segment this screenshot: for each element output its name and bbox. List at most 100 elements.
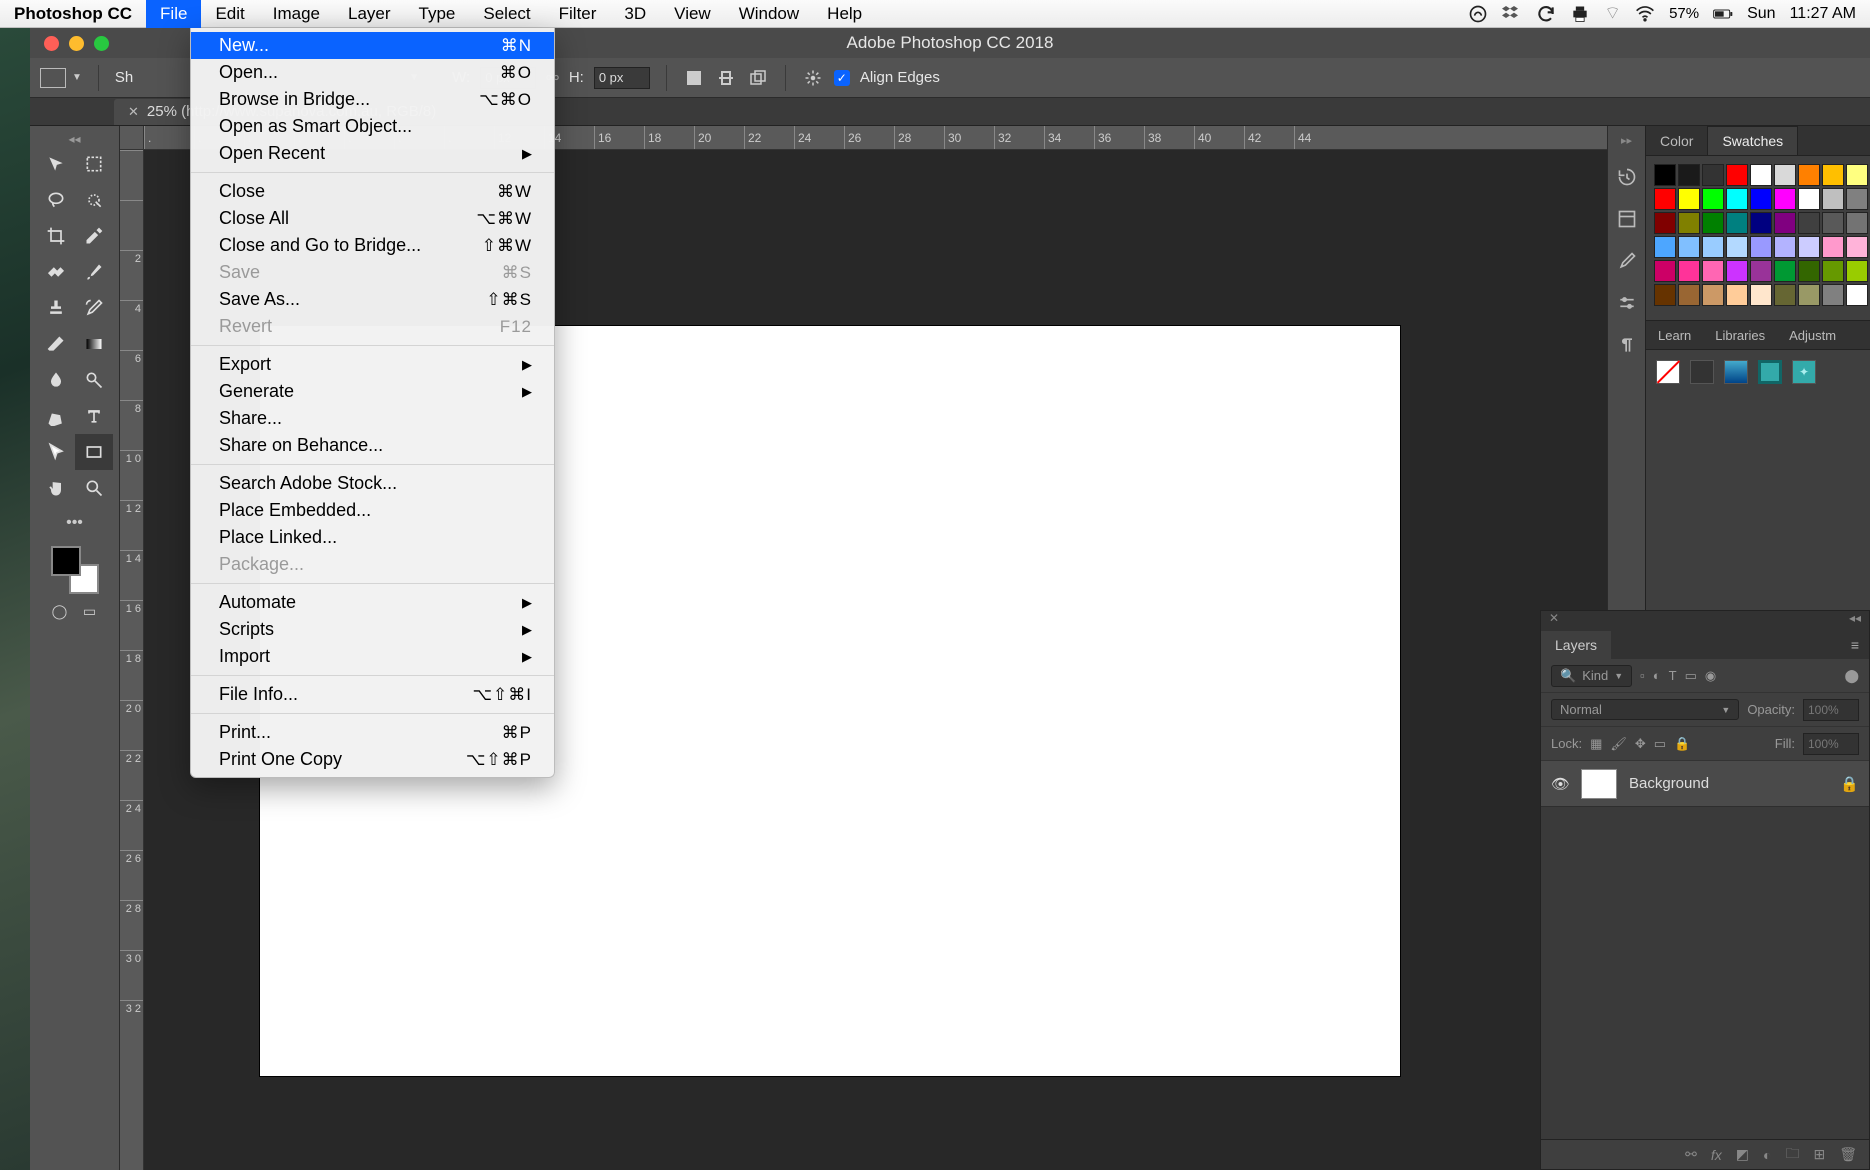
- layer-thumbnail[interactable]: [1581, 769, 1617, 799]
- menuitem-file-info[interactable]: File Info...⌥⇧⌘I: [191, 681, 554, 708]
- menuitem-open-recent[interactable]: Open Recent▶: [191, 140, 554, 167]
- menuitem-print-one-copy[interactable]: Print One Copy⌥⇧⌘P: [191, 746, 554, 773]
- wifi-icon[interactable]: [1635, 4, 1655, 24]
- swatch[interactable]: [1678, 236, 1700, 258]
- window-close-button[interactable]: [44, 36, 59, 51]
- swatch[interactable]: [1750, 164, 1772, 186]
- swatch[interactable]: [1654, 212, 1676, 234]
- swatch[interactable]: [1750, 260, 1772, 282]
- swatch[interactable]: [1822, 164, 1844, 186]
- menuitem-new[interactable]: New...⌘N: [191, 32, 554, 59]
- window-maximize-button[interactable]: [94, 36, 109, 51]
- hand-tool[interactable]: [37, 470, 75, 506]
- menuitem-automate[interactable]: Automate▶: [191, 589, 554, 616]
- close-tab-icon[interactable]: ✕: [128, 104, 139, 120]
- swatch[interactable]: [1750, 212, 1772, 234]
- filter-type-icon[interactable]: T: [1669, 668, 1677, 683]
- swatch[interactable]: [1798, 284, 1820, 306]
- menu-help[interactable]: Help: [813, 0, 876, 28]
- gradient-tool[interactable]: [75, 326, 113, 362]
- adjustments-tab[interactable]: Adjustm: [1777, 321, 1848, 349]
- swatch[interactable]: [1726, 164, 1748, 186]
- battery-percent[interactable]: 57%: [1669, 5, 1699, 22]
- new-group-icon[interactable]: 🗀: [1785, 1143, 1799, 1167]
- libraries-tab[interactable]: Libraries: [1703, 321, 1777, 349]
- path-arrangement-icon[interactable]: [747, 67, 769, 89]
- layers-panel-close-icon[interactable]: ✕: [1549, 611, 1559, 629]
- eraser-tool[interactable]: [37, 326, 75, 362]
- menuitem-import[interactable]: Import▶: [191, 643, 554, 670]
- swatch[interactable]: [1702, 164, 1724, 186]
- swatch[interactable]: [1822, 212, 1844, 234]
- pen-tool[interactable]: [37, 398, 75, 434]
- filter-shape-icon[interactable]: ▭: [1685, 668, 1697, 684]
- swatch[interactable]: [1774, 188, 1796, 210]
- menuitem-place-embedded[interactable]: Place Embedded...: [191, 497, 554, 524]
- menuitem-browse-in-bridge[interactable]: Browse in Bridge...⌥⌘O: [191, 86, 554, 113]
- swatch[interactable]: [1798, 164, 1820, 186]
- swatch[interactable]: [1822, 284, 1844, 306]
- menu-window[interactable]: Window: [725, 0, 813, 28]
- clock-day[interactable]: Sun: [1747, 5, 1775, 23]
- brush-tool[interactable]: [75, 254, 113, 290]
- menuitem-search-adobe-stock[interactable]: Search Adobe Stock...: [191, 470, 554, 497]
- battery-icon[interactable]: [1713, 4, 1733, 24]
- menuitem-scripts[interactable]: Scripts▶: [191, 616, 554, 643]
- healing-tool[interactable]: [37, 254, 75, 290]
- swatches-tab[interactable]: Swatches: [1707, 126, 1798, 155]
- menu-file[interactable]: File: [146, 0, 201, 28]
- menuitem-close[interactable]: Close⌘W: [191, 178, 554, 205]
- ruler-corner[interactable]: [120, 126, 144, 150]
- swatch[interactable]: [1846, 188, 1868, 210]
- swatch[interactable]: [1678, 164, 1700, 186]
- swatch[interactable]: [1654, 164, 1676, 186]
- menuitem-place-linked[interactable]: Place Linked...: [191, 524, 554, 551]
- adjustment-brightness-icon[interactable]: ✦: [1792, 360, 1816, 384]
- swatch[interactable]: [1726, 260, 1748, 282]
- swatch[interactable]: [1798, 188, 1820, 210]
- layers-panel-collapse-icon[interactable]: ◂◂: [1849, 611, 1861, 629]
- dropbox-icon[interactable]: [1502, 4, 1522, 24]
- zoom-tool[interactable]: [75, 470, 113, 506]
- swatch[interactable]: [1822, 236, 1844, 258]
- menu-type[interactable]: Type: [405, 0, 470, 28]
- swatch[interactable]: [1774, 236, 1796, 258]
- paragraph-icon[interactable]: [1615, 333, 1639, 357]
- menu-filter[interactable]: Filter: [545, 0, 611, 28]
- layer-name[interactable]: Background: [1629, 775, 1709, 792]
- clock-time[interactable]: 11:27 AM: [1790, 5, 1856, 23]
- swatch[interactable]: [1702, 260, 1724, 282]
- learn-tab[interactable]: Learn: [1646, 321, 1703, 349]
- ruler-vertical[interactable]: 24681 01 21 41 61 82 02 22 42 62 83 03 2: [120, 150, 144, 1170]
- creative-cloud-icon[interactable]: [1468, 4, 1488, 24]
- swatch[interactable]: [1822, 188, 1844, 210]
- swatch[interactable]: [1702, 212, 1724, 234]
- lock-all-icon[interactable]: 🔒: [1674, 736, 1690, 752]
- swatch[interactable]: [1750, 236, 1772, 258]
- swatch[interactable]: [1846, 164, 1868, 186]
- more-tools-icon[interactable]: •••: [66, 514, 83, 532]
- layer-row[interactable]: 👁 Background 🔒: [1541, 761, 1869, 807]
- swatch[interactable]: [1774, 212, 1796, 234]
- app-name[interactable]: Photoshop CC: [0, 4, 146, 24]
- lock-position-icon[interactable]: ✥: [1635, 736, 1646, 752]
- fill-input[interactable]: 100%: [1803, 733, 1859, 755]
- swatch[interactable]: [1726, 188, 1748, 210]
- swatch[interactable]: [1846, 260, 1868, 282]
- layer-lock-icon[interactable]: 🔒: [1840, 775, 1859, 793]
- foreground-background-colors[interactable]: [51, 546, 99, 594]
- color-tab[interactable]: Color: [1646, 127, 1707, 155]
- marquee-tool[interactable]: [75, 146, 113, 182]
- swatch[interactable]: [1726, 284, 1748, 306]
- swatch[interactable]: [1726, 236, 1748, 258]
- swatch[interactable]: [1726, 212, 1748, 234]
- swatch[interactable]: [1678, 212, 1700, 234]
- lasso-tool[interactable]: [37, 182, 75, 218]
- new-layer-icon[interactable]: ⊞: [1813, 1146, 1825, 1163]
- gear-icon[interactable]: [802, 67, 824, 89]
- filter-adjust-icon[interactable]: ◐: [1653, 668, 1661, 683]
- crop-tool[interactable]: [37, 218, 75, 254]
- align-edges-checkbox[interactable]: ✓: [834, 70, 850, 86]
- menuitem-print[interactable]: Print...⌘P: [191, 719, 554, 746]
- swatch[interactable]: [1774, 284, 1796, 306]
